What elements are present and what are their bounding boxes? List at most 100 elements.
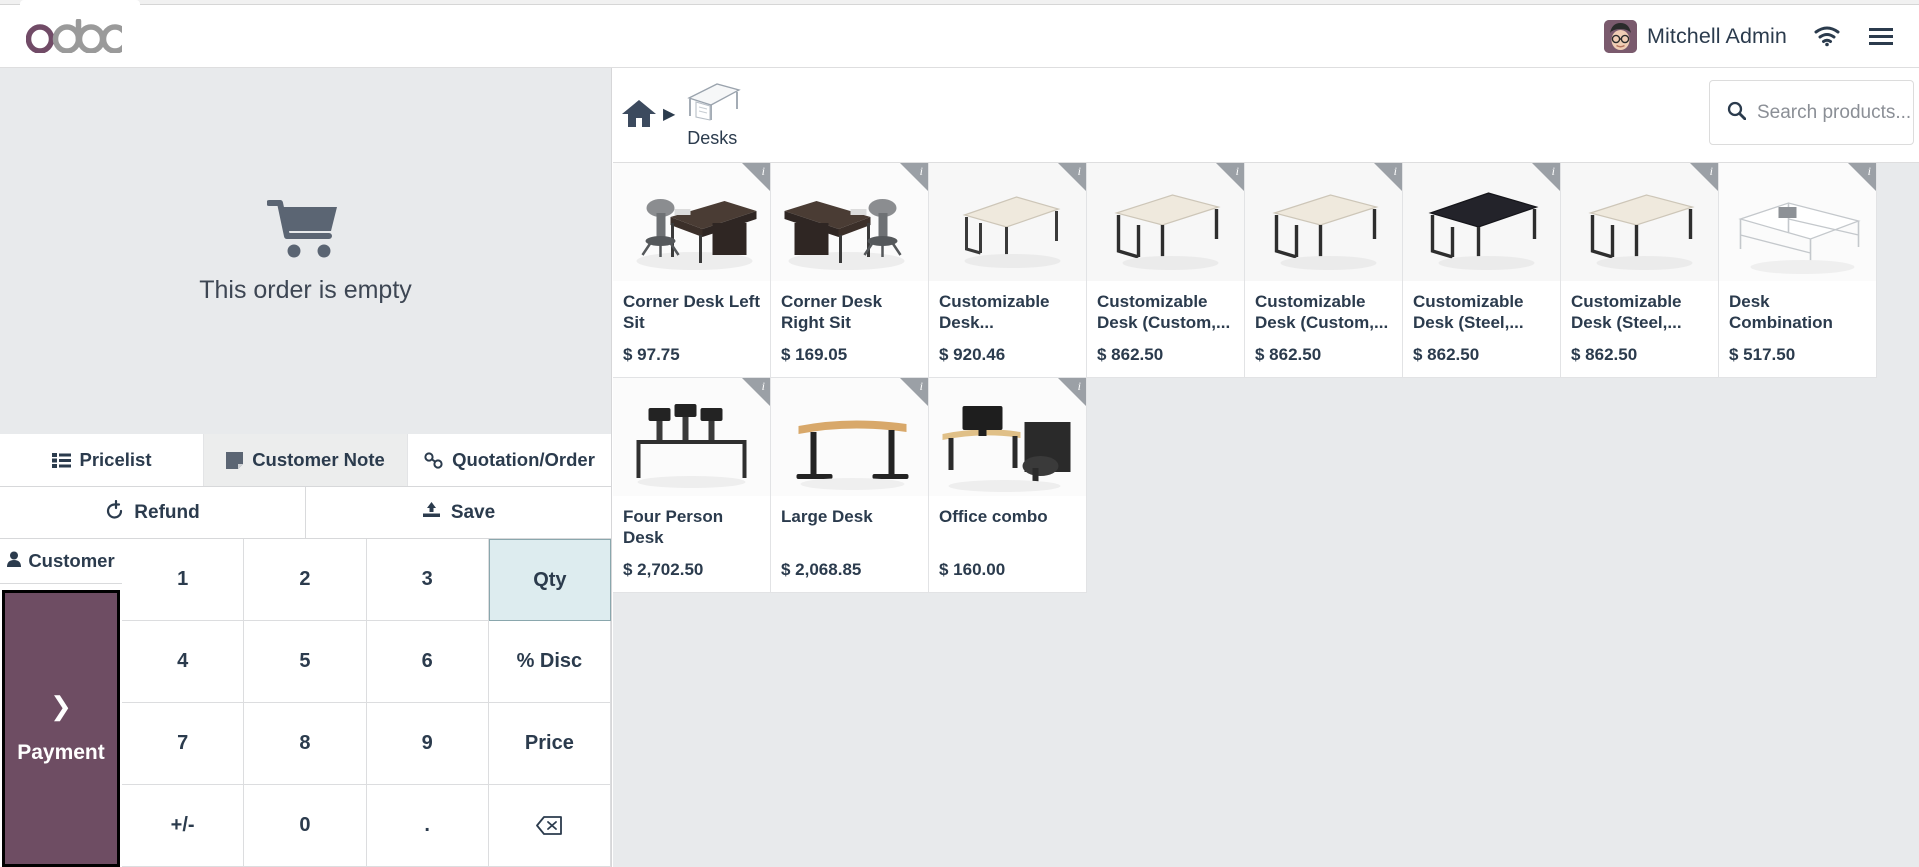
numpad-key-8[interactable]: 8 <box>244 703 367 785</box>
payment-button[interactable]: ❯ Payment <box>2 590 120 867</box>
tab-customer-note-label: Customer Note <box>252 449 385 470</box>
chevron-right-icon: ❯ <box>50 690 72 721</box>
wifi-icon[interactable] <box>1813 25 1841 47</box>
breadcrumb-category-desks[interactable]: Desks <box>681 76 743 149</box>
payment-label: Payment <box>17 740 105 764</box>
product-price: $ 862.50 <box>1097 345 1164 364</box>
numpad-key-4[interactable]: 4 <box>122 621 245 703</box>
product-card[interactable]: i Large Desk $ 2,068.85 <box>771 378 929 593</box>
product-name: Corner Desk Left Sit <box>623 292 760 333</box>
user-menu[interactable]: Mitchell Admin <box>1603 19 1787 53</box>
info-icon: i <box>1393 164 1397 178</box>
product-info-corner[interactable] <box>1216 163 1244 191</box>
hamburger-menu-icon[interactable] <box>1867 25 1895 47</box>
odoo-logo[interactable] <box>26 19 122 53</box>
product-card[interactable]: i Four Person Desk $ 2,702.50 <box>613 378 771 593</box>
product-name: Large Desk <box>781 507 873 526</box>
numpad-key-3[interactable]: 3 <box>366 539 489 621</box>
product-info-corner[interactable] <box>900 378 928 406</box>
product-card[interactable]: i Customizable Desk (Custom,... $ 862.50 <box>1087 163 1245 378</box>
numpad-key-5[interactable]: 5 <box>244 621 367 703</box>
order-panel: This order is empty Pricelist Customer N… <box>0 68 612 867</box>
product-price: $ 517.50 <box>1729 345 1796 364</box>
numpad-backspace-button[interactable] <box>488 785 611 867</box>
info-icon: i <box>1077 164 1081 178</box>
info-icon: i <box>1551 164 1555 178</box>
product-name: Customizable Desk (Steel,... <box>1571 292 1682 333</box>
empty-order-placeholder: This order is empty <box>0 68 611 434</box>
product-price: $ 862.50 <box>1255 345 1322 364</box>
product-price: $ 862.50 <box>1413 345 1480 364</box>
app-header: Mitchell Admin <box>0 5 1919 68</box>
numpad-mode-price[interactable]: Price <box>488 703 611 785</box>
product-card[interactable]: i Office combo $ 160.00 <box>929 378 1087 593</box>
product-price: $ 160.00 <box>939 560 1006 579</box>
info-icon: i <box>761 164 765 178</box>
numpad-key-2[interactable]: 2 <box>244 539 367 621</box>
numpad-key-6[interactable]: 6 <box>366 621 489 703</box>
info-icon: i <box>1235 164 1239 178</box>
person-icon <box>7 550 22 572</box>
search-input[interactable] <box>1757 101 1912 124</box>
product-name: Customizable Desk (Steel,... <box>1413 292 1524 333</box>
product-card[interactable]: i Customizable Desk... $ 920.46 <box>929 163 1087 378</box>
numpad-key-plusminus[interactable]: +/- <box>122 785 245 867</box>
tab-pricelist-label: Pricelist <box>79 449 152 470</box>
numpad-mode-qty[interactable]: Qty <box>488 539 611 621</box>
product-info-corner[interactable] <box>742 378 770 406</box>
tab-quotation-order[interactable]: Quotation/Order <box>408 434 611 486</box>
header-right-controls: Mitchell Admin <box>1603 19 1895 53</box>
product-name: Corner Desk Right Sit <box>781 292 883 333</box>
product-card[interactable]: i Customizable Desk (Steel,... $ 862.50 <box>1403 163 1561 378</box>
numpad-key-0[interactable]: 0 <box>244 785 367 867</box>
info-icon: i <box>1867 164 1871 178</box>
numpad-mode-discount[interactable]: % Disc <box>488 621 611 703</box>
product-info-corner[interactable] <box>1532 163 1560 191</box>
product-info-corner[interactable] <box>742 163 770 191</box>
product-price: $ 97.75 <box>623 345 680 364</box>
product-card[interactable]: i Customizable Desk (Steel,... $ 862.50 <box>1561 163 1719 378</box>
customer-label: Customer <box>28 550 115 571</box>
product-info-corner[interactable] <box>1058 378 1086 406</box>
undo-icon <box>105 499 124 525</box>
product-card[interactable]: i Desk Combination $ 517.50 <box>1719 163 1877 378</box>
empty-order-text: This order is empty <box>199 275 412 304</box>
numpad-key-decimal[interactable]: . <box>366 785 489 867</box>
product-info-corner[interactable] <box>1690 163 1718 191</box>
product-name: Customizable Desk... <box>939 292 1050 333</box>
search-box[interactable] <box>1709 80 1914 145</box>
info-icon: i <box>919 164 923 178</box>
customer-button[interactable]: Customer <box>0 539 122 584</box>
numpad-key-7[interactable]: 7 <box>122 703 245 785</box>
tab-customer-note[interactable]: Customer Note <box>204 434 408 486</box>
product-name: Customizable Desk (Custom,... <box>1097 292 1231 333</box>
product-price: $ 2,702.50 <box>623 560 704 579</box>
info-icon: i <box>1709 164 1713 178</box>
product-info-corner[interactable] <box>1058 163 1086 191</box>
product-card[interactable]: i Customizable Desk (Custom,... $ 862.50 <box>1245 163 1403 378</box>
list-icon <box>51 452 71 468</box>
shopping-cart-icon <box>265 198 345 262</box>
save-button[interactable]: Save <box>306 487 611 538</box>
product-info-corner[interactable] <box>1848 163 1876 191</box>
tab-pricelist[interactable]: Pricelist <box>0 434 204 486</box>
refund-button[interactable]: Refund <box>0 487 306 538</box>
product-price: $ 862.50 <box>1571 345 1638 364</box>
product-info-corner[interactable] <box>1374 163 1402 191</box>
product-name: Four Person Desk <box>623 507 724 548</box>
numpad-key-1[interactable]: 1 <box>122 539 245 621</box>
products-panel: ▶ Desks Search products... i Corner Desk… <box>613 68 1919 867</box>
product-card[interactable]: i Corner Desk Right Sit $ 169.05 <box>771 163 929 378</box>
pos-app: Mitchell Admin This order is empty Price… <box>0 0 1919 867</box>
product-price: $ 2,068.85 <box>781 560 862 579</box>
numpad-grid: 1 2 3 Qty 4 5 6 % Disc 7 8 9 Price +/- 0… <box>122 539 611 867</box>
numpad-key-9[interactable]: 9 <box>366 703 489 785</box>
numpad-left-column: Customer ❯ Payment <box>0 539 122 867</box>
product-info-corner[interactable] <box>900 163 928 191</box>
product-price: $ 169.05 <box>781 345 848 364</box>
upload-icon <box>422 501 441 525</box>
backspace-icon <box>536 816 563 835</box>
product-card[interactable]: i Corner Desk Left Sit $ 97.75 <box>613 163 771 378</box>
tab-quotation-order-label: Quotation/Order <box>452 449 595 470</box>
home-icon[interactable] <box>621 76 657 133</box>
